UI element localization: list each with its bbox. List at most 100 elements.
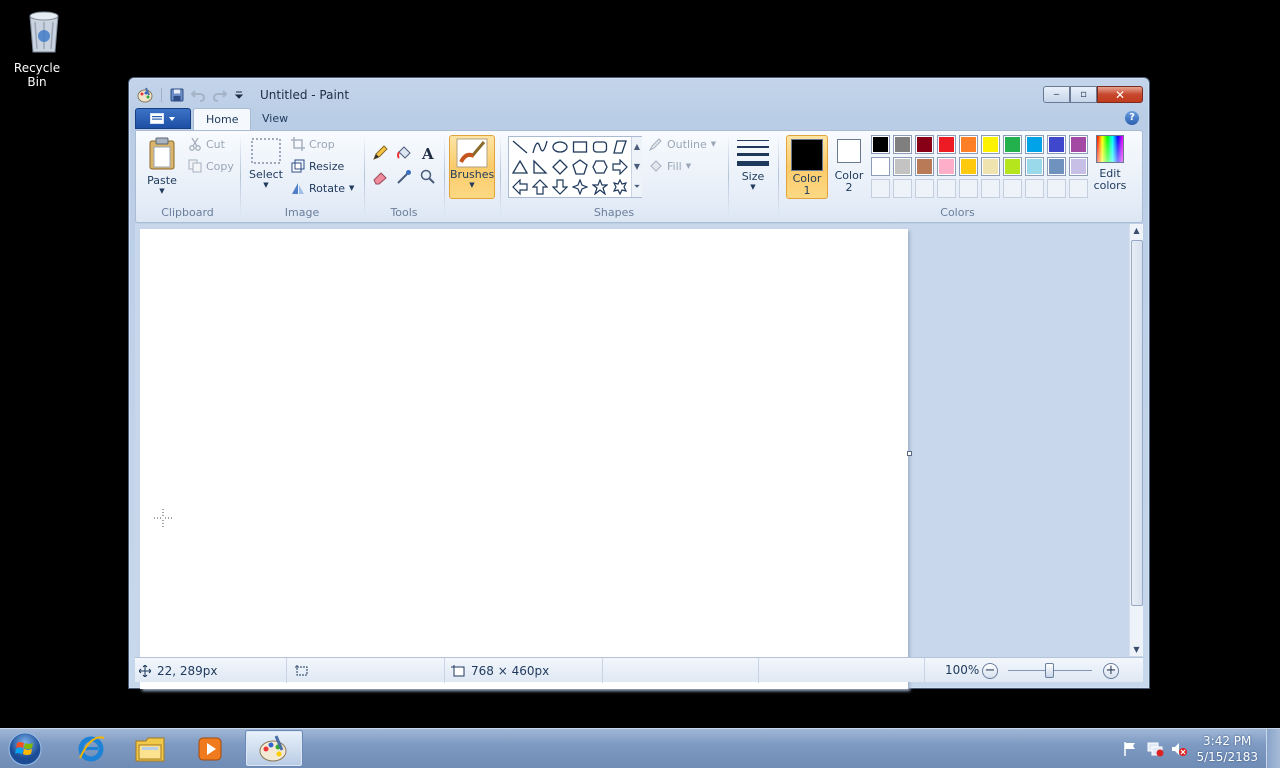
select-button[interactable]: Select ▼ (245, 137, 287, 189)
paste-button[interactable]: Paste ▼ (142, 137, 182, 195)
clock[interactable]: 3:42 PM 5/15/2183 (1196, 733, 1258, 765)
custom-color-slot[interactable] (1069, 179, 1088, 198)
custom-color-slot[interactable] (1047, 179, 1066, 198)
copy-button[interactable]: Copy (188, 159, 234, 173)
recycle-bin-desktop-icon[interactable]: Recycle Bin (4, 6, 70, 89)
zoom-slider-thumb[interactable] (1045, 663, 1054, 678)
fill-button[interactable]: Fill ▼ (649, 159, 691, 173)
custom-color-slot[interactable] (981, 179, 1000, 198)
rotate-button[interactable]: Rotate ▼ (291, 181, 354, 195)
minimize-button[interactable]: ‒ (1043, 86, 1070, 103)
five-point-star-shape[interactable] (590, 177, 610, 197)
palette-swatch[interactable] (1047, 157, 1066, 176)
shapes-scroll-down-icon[interactable]: ▼ (632, 157, 642, 177)
scroll-down-icon[interactable]: ▼ (1130, 645, 1143, 654)
polygon-shape[interactable] (610, 137, 630, 157)
pentagon-shape[interactable] (570, 157, 590, 177)
palette-swatch[interactable] (1025, 157, 1044, 176)
triangle-shape[interactable] (510, 157, 530, 177)
magnifier-tool[interactable] (417, 167, 439, 187)
palette-swatch[interactable] (893, 135, 912, 154)
hexagon-shape[interactable] (590, 157, 610, 177)
eraser-tool[interactable] (369, 167, 391, 187)
text-tool[interactable]: A (417, 143, 439, 163)
oval-shape[interactable] (550, 137, 570, 157)
rounded-rectangle-shape[interactable] (590, 137, 610, 157)
taskbar-paint[interactable] (245, 730, 303, 767)
crop-button[interactable]: Crop (291, 137, 335, 151)
palette-swatch[interactable] (915, 157, 934, 176)
taskbar-windows-explorer[interactable] (121, 730, 179, 767)
zoom-out-button[interactable]: − (982, 663, 998, 679)
custom-color-slot[interactable] (937, 179, 956, 198)
color2-button[interactable]: Color 2 (829, 135, 869, 194)
paint-menu-button[interactable] (135, 108, 191, 129)
title-bar[interactable]: Untitled - Paint ‒ ▫ ✕ (129, 78, 1149, 108)
line-shape[interactable] (510, 137, 530, 157)
pencil-tool[interactable] (369, 143, 391, 163)
custom-color-slot[interactable] (1003, 179, 1022, 198)
up-arrow-shape[interactable] (530, 177, 550, 197)
tab-home[interactable]: Home (193, 108, 252, 130)
palette-swatch[interactable] (959, 157, 978, 176)
palette-swatch[interactable] (1025, 135, 1044, 154)
palette-swatch[interactable] (981, 135, 1000, 154)
help-button[interactable]: ? (1125, 111, 1139, 125)
maximize-button[interactable]: ▫ (1070, 86, 1097, 103)
custom-color-slot[interactable] (893, 179, 912, 198)
palette-swatch[interactable] (871, 157, 890, 176)
custom-color-slot[interactable] (871, 179, 890, 198)
rectangle-shape[interactable] (570, 137, 590, 157)
palette-swatch[interactable] (1069, 157, 1088, 176)
outline-button[interactable]: Outline ▼ (649, 137, 716, 151)
right-arrow-shape[interactable] (610, 157, 630, 177)
palette-swatch[interactable] (1069, 135, 1088, 154)
palette-swatch[interactable] (871, 135, 890, 154)
scroll-up-icon[interactable]: ▲ (1130, 226, 1143, 235)
undo-icon[interactable] (190, 88, 206, 102)
tab-view[interactable]: View (250, 108, 300, 130)
zoom-in-button[interactable]: + (1103, 663, 1119, 679)
close-button[interactable]: ✕ (1097, 86, 1143, 103)
custom-color-slot[interactable] (1025, 179, 1044, 198)
taskbar-internet-explorer[interactable] (62, 730, 120, 767)
color1-button[interactable]: Color 1 (786, 135, 828, 199)
palette-swatch[interactable] (915, 135, 934, 154)
brushes-button[interactable]: Brushes ▼ (449, 135, 495, 199)
palette-swatch[interactable] (937, 135, 956, 154)
save-icon[interactable] (170, 88, 184, 102)
palette-swatch[interactable] (937, 157, 956, 176)
custom-color-slot[interactable] (959, 179, 978, 198)
size-button[interactable]: Size ▼ (733, 137, 773, 191)
show-desktop-button[interactable] (1266, 729, 1280, 768)
palette-swatch[interactable] (1003, 135, 1022, 154)
palette-swatch[interactable] (959, 135, 978, 154)
custom-color-slot[interactable] (915, 179, 934, 198)
drawing-canvas[interactable] (140, 229, 908, 689)
start-button[interactable] (4, 731, 46, 767)
resize-button[interactable]: Resize (291, 159, 344, 173)
palette-swatch[interactable] (893, 157, 912, 176)
shapes-scrollbar[interactable]: ▲ ▼ ⏷ (631, 137, 642, 197)
paint-app-icon[interactable] (137, 87, 153, 103)
cut-button[interactable]: Cut (188, 137, 225, 151)
diamond-shape[interactable] (550, 157, 570, 177)
palette-swatch[interactable] (981, 157, 1000, 176)
scrollbar-thumb[interactable] (1131, 240, 1143, 606)
volume-muted-icon[interactable] (1170, 741, 1188, 757)
down-arrow-shape[interactable] (550, 177, 570, 197)
action-center-flag-icon[interactable] (1122, 741, 1138, 757)
palette-swatch[interactable] (1047, 135, 1066, 154)
color-picker-tool[interactable] (393, 167, 415, 187)
shapes-expand-icon[interactable]: ⏷ (632, 177, 642, 197)
edit-colors-button[interactable]: Edit colors (1090, 135, 1130, 192)
taskbar-media-player[interactable] (181, 730, 239, 767)
six-point-star-shape[interactable] (610, 177, 630, 197)
left-arrow-shape[interactable] (510, 177, 530, 197)
canvas-resize-handle-right[interactable] (907, 451, 912, 456)
fill-tool[interactable] (393, 143, 415, 163)
vertical-scrollbar[interactable]: ▲ ▼ (1129, 224, 1143, 656)
shapes-scroll-up-icon[interactable]: ▲ (632, 137, 642, 157)
network-icon[interactable] (1146, 741, 1164, 757)
right-triangle-shape[interactable] (530, 157, 550, 177)
